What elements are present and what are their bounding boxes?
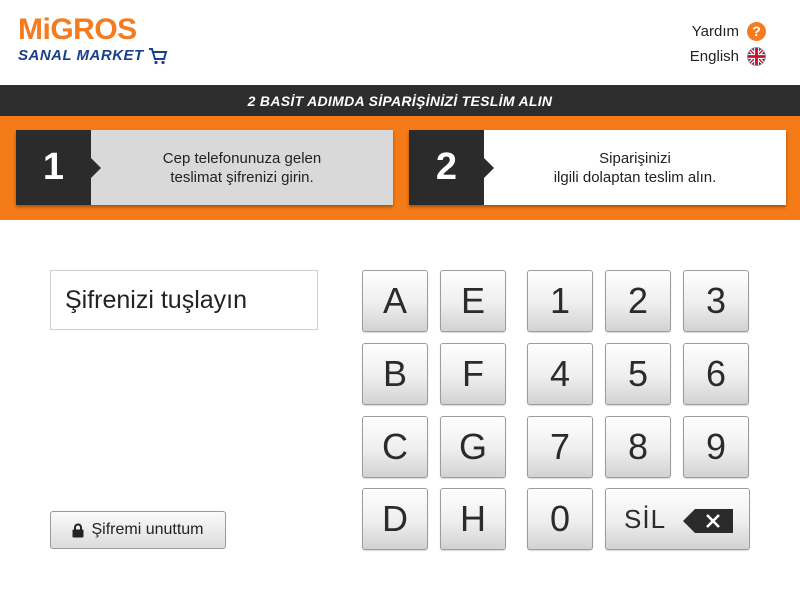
key-9[interactable]: 9 (683, 416, 749, 478)
key-d[interactable]: D (362, 488, 428, 550)
logo-wordmark: MiGROS (18, 13, 137, 46)
uk-flag-icon (747, 46, 766, 66)
key-3[interactable]: 3 (683, 270, 749, 332)
key-6[interactable]: 6 (683, 343, 749, 405)
key-c[interactable]: C (362, 416, 428, 478)
help-link[interactable]: Yardım ? (690, 21, 766, 41)
password-placeholder: Şifrenizi tuşlayın (65, 285, 248, 314)
shopping-cart-icon (148, 48, 168, 65)
step-text-line: Siparişinizi (599, 149, 671, 167)
key-8[interactable]: 8 (605, 416, 671, 478)
key-h[interactable]: H (440, 488, 506, 550)
key-0[interactable]: 0 (527, 488, 593, 550)
step-2: 2 Siparişinizi ilgili dolaptan teslim al… (409, 130, 786, 205)
backspace-icon (683, 509, 733, 533)
key-f[interactable]: F (440, 343, 506, 405)
forgot-password-button[interactable]: Şifremi unuttum (50, 511, 226, 549)
step-number: 2 (409, 130, 494, 205)
key-e[interactable]: E (440, 270, 506, 332)
step-text-line: teslimat şifrenizi girin. (170, 168, 314, 186)
key-g[interactable]: G (440, 416, 506, 478)
steps-panel: 1 Cep telefonunuza gelen teslimat şifren… (0, 116, 800, 220)
logo-subtitle: SANAL MARKET (18, 47, 168, 65)
password-input[interactable]: Şifrenizi tuşlayın (50, 270, 318, 330)
key-1[interactable]: 1 (527, 270, 593, 332)
step-text: Cep telefonunuza gelen teslimat şifreniz… (91, 130, 393, 205)
delete-label: SİL (624, 503, 667, 534)
step-text-line: ilgili dolaptan teslim alın. (553, 168, 717, 186)
key-a[interactable]: A (362, 270, 428, 332)
help-icon: ? (747, 21, 766, 41)
key-7[interactable]: 7 (527, 416, 593, 478)
key-4[interactable]: 4 (527, 343, 593, 405)
delete-button[interactable]: SİL (605, 488, 750, 550)
help-label: Yardım (691, 22, 739, 40)
step-text-line: Cep telefonunuza gelen (162, 149, 322, 167)
steps-title: 2 BASİT ADIMDA SİPARİŞİNİZİ TESLİM ALIN (247, 92, 553, 109)
logo-subtitle-text: SANAL MARKET (18, 47, 144, 64)
key-2[interactable]: 2 (605, 270, 671, 332)
step-number: 1 (16, 130, 101, 205)
migros-logo: MiGROS SANAL MARKET (18, 15, 168, 65)
language-link[interactable]: English (690, 46, 766, 66)
language-label: English (689, 47, 739, 65)
key-5[interactable]: 5 (605, 343, 671, 405)
forgot-password-label: Şifremi unuttum (91, 521, 204, 538)
steps-title-bar: 2 BASİT ADIMDA SİPARİŞİNİZİ TESLİM ALIN (0, 85, 800, 116)
lock-icon (72, 523, 84, 537)
header: MiGROS SANAL MARKET Yardım ? English (0, 0, 800, 85)
top-links: Yardım ? English (690, 21, 766, 71)
key-b[interactable]: B (362, 343, 428, 405)
step-text: Siparişinizi ilgili dolaptan teslim alın… (484, 130, 786, 205)
step-1: 1 Cep telefonunuza gelen teslimat şifren… (16, 130, 393, 205)
